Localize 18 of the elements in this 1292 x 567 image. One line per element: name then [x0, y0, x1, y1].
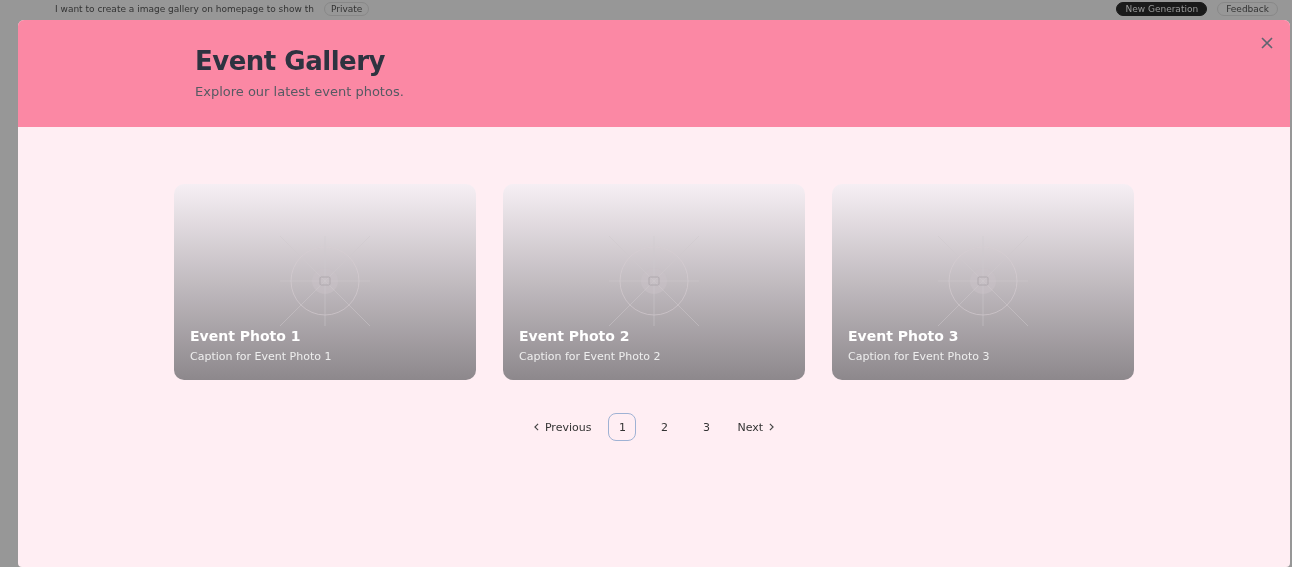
header-button[interactable]: New Generation — [1116, 2, 1208, 16]
previous-button[interactable]: Previous — [530, 413, 595, 441]
chevron-left-icon — [533, 423, 539, 431]
page-button[interactable]: 1 — [608, 413, 637, 441]
chevron-right-icon — [769, 423, 775, 431]
photo-caption: Caption for Event Photo 2 — [519, 350, 661, 363]
page-button[interactable]: 3 — [692, 413, 721, 441]
photo-title: Event Photo 3 — [848, 328, 960, 344]
page-button[interactable]: 2 — [650, 413, 679, 441]
next-button[interactable]: Next — [734, 413, 778, 441]
photo-title: Event Photo 2 — [519, 328, 631, 344]
project-title: I want to create a image gallery on homepage to show th — [55, 3, 314, 16]
photo-title: Event Photo 1 — [190, 328, 302, 344]
close-icon[interactable] — [1261, 37, 1273, 49]
gallery-title: Event Gallery — [195, 46, 386, 76]
photo-caption: Caption for Event Photo 1 — [190, 350, 332, 363]
gallery-subtitle: Explore our latest event photos. — [195, 84, 404, 99]
photo-caption: Caption for Event Photo 3 — [848, 350, 990, 363]
